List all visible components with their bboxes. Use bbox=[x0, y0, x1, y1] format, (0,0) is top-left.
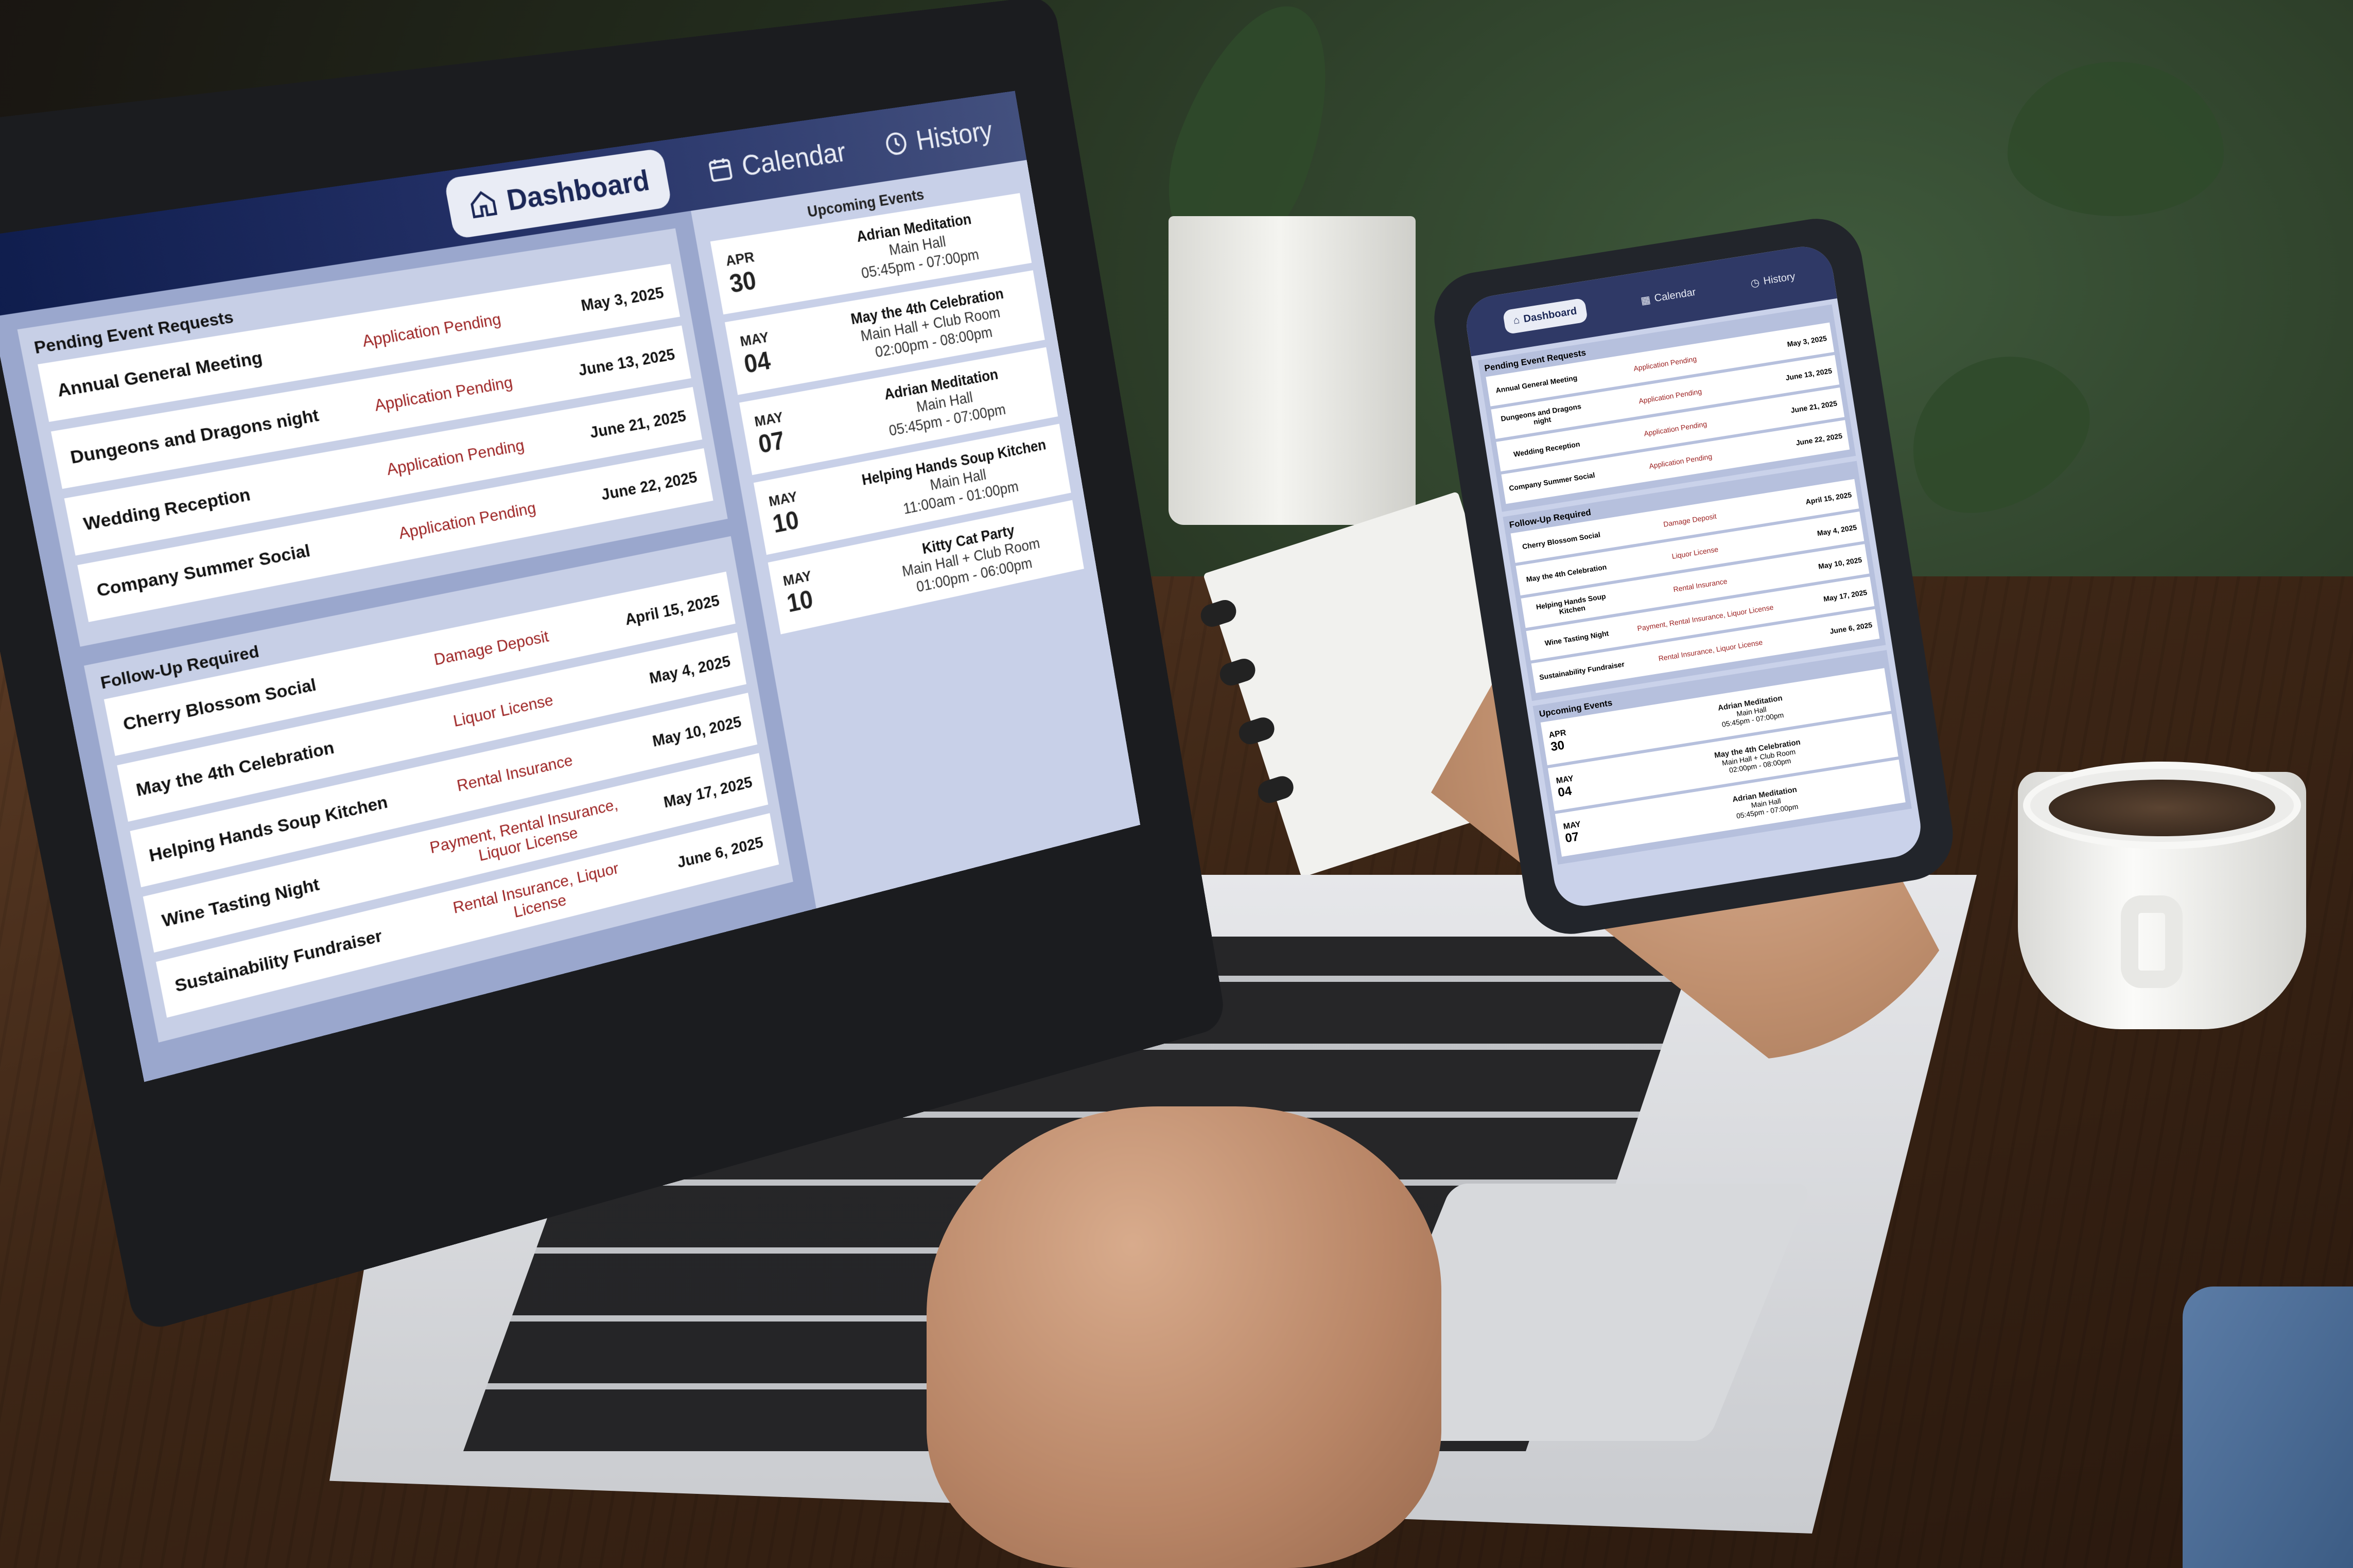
plant-leaf bbox=[2008, 62, 2224, 216]
event-date: May 4, 2025 bbox=[1816, 523, 1858, 538]
coffee-cup bbox=[2018, 751, 2327, 1040]
event-date: May 3, 2025 bbox=[579, 283, 665, 314]
event-name: Company Summer Social bbox=[1508, 470, 1596, 492]
event-status: Application Pending bbox=[397, 498, 537, 542]
event-status: Application Pending bbox=[385, 435, 526, 479]
home-icon bbox=[466, 187, 500, 221]
event-date: MAY 04 bbox=[1556, 766, 1630, 800]
event-name: Sustainability Fundraiser bbox=[1539, 660, 1625, 682]
denim-sleeve bbox=[2183, 1287, 2353, 1568]
hand-on-keyboard bbox=[927, 1106, 1441, 1568]
tab-label: Dashboard bbox=[504, 164, 652, 217]
event-date: June 13, 2025 bbox=[577, 345, 676, 379]
event-name: Helping Hands Soup Kitchen bbox=[1535, 592, 1607, 616]
tab-dashboard[interactable]: ⌂ Dashboard bbox=[1502, 297, 1588, 334]
event-date: APR 30 bbox=[1548, 720, 1623, 754]
event-name: Annual General Meeting bbox=[1495, 373, 1578, 395]
event-date: June 22, 2025 bbox=[1795, 431, 1843, 447]
coffee bbox=[2049, 780, 2275, 836]
event-date: June 6, 2025 bbox=[1829, 620, 1873, 636]
calendar-icon bbox=[705, 154, 735, 185]
event-name: May the 4th Celebration bbox=[1525, 562, 1608, 584]
event-date: May 10, 2025 bbox=[651, 712, 743, 750]
event-status: Application Pending bbox=[360, 309, 502, 350]
plant-pot bbox=[1169, 216, 1416, 525]
event-name: Cherry Blossom Social bbox=[1521, 530, 1601, 551]
tab-label: Calendar bbox=[739, 135, 848, 182]
clock-icon: ◷ bbox=[1750, 276, 1761, 290]
event-name: Wine Tasting Night bbox=[1544, 629, 1610, 647]
cup-handle bbox=[2121, 895, 2183, 988]
event-date: June 22, 2025 bbox=[600, 467, 699, 504]
event-info: Adrian Meditation Main Hall 05:45pm - 07:0… bbox=[812, 203, 1020, 289]
tab-calendar[interactable]: ▦ Calendar bbox=[1640, 286, 1697, 307]
tab-calendar[interactable]: Calendar bbox=[705, 135, 848, 187]
clock-icon bbox=[882, 129, 910, 159]
event-date: MAY 10 bbox=[782, 556, 877, 619]
event-date: MAY 07 bbox=[1563, 812, 1637, 846]
event-status: Application Pending bbox=[373, 372, 514, 415]
home-icon: ⌂ bbox=[1512, 314, 1521, 327]
tab-label: Calendar bbox=[1653, 286, 1697, 304]
tab-label: History bbox=[1763, 270, 1796, 287]
event-date: APR 30 bbox=[724, 239, 821, 299]
event-date: MAY 10 bbox=[768, 477, 863, 539]
event-date: June 6, 2025 bbox=[675, 833, 764, 871]
event-name: Dungeons and Dragons night bbox=[1500, 402, 1582, 426]
event-name: Wedding Reception bbox=[1513, 439, 1581, 459]
event-date: June 21, 2025 bbox=[1790, 399, 1838, 415]
event-date: April 15, 2025 bbox=[623, 591, 721, 628]
plant-leaf bbox=[1881, 323, 2114, 541]
event-date: May 17, 2025 bbox=[1823, 588, 1868, 603]
event-date: June 13, 2025 bbox=[1785, 366, 1833, 382]
event-date: May 17, 2025 bbox=[662, 772, 754, 811]
event-date: May 10, 2025 bbox=[1818, 555, 1863, 571]
event-date: April 15, 2025 bbox=[1805, 490, 1853, 506]
tab-label: Dashboard bbox=[1523, 305, 1578, 325]
event-date: June 21, 2025 bbox=[588, 406, 688, 442]
event-date: May 3, 2025 bbox=[1786, 333, 1827, 348]
tab-label: History bbox=[914, 114, 995, 156]
event-date: MAY 07 bbox=[753, 398, 849, 460]
event-date: MAY 04 bbox=[739, 319, 835, 380]
tab-history[interactable]: ◷ History bbox=[1750, 270, 1797, 290]
calendar-icon: ▦ bbox=[1640, 294, 1651, 307]
event-date: May 4, 2025 bbox=[648, 651, 732, 687]
tab-history[interactable]: History bbox=[881, 114, 995, 161]
